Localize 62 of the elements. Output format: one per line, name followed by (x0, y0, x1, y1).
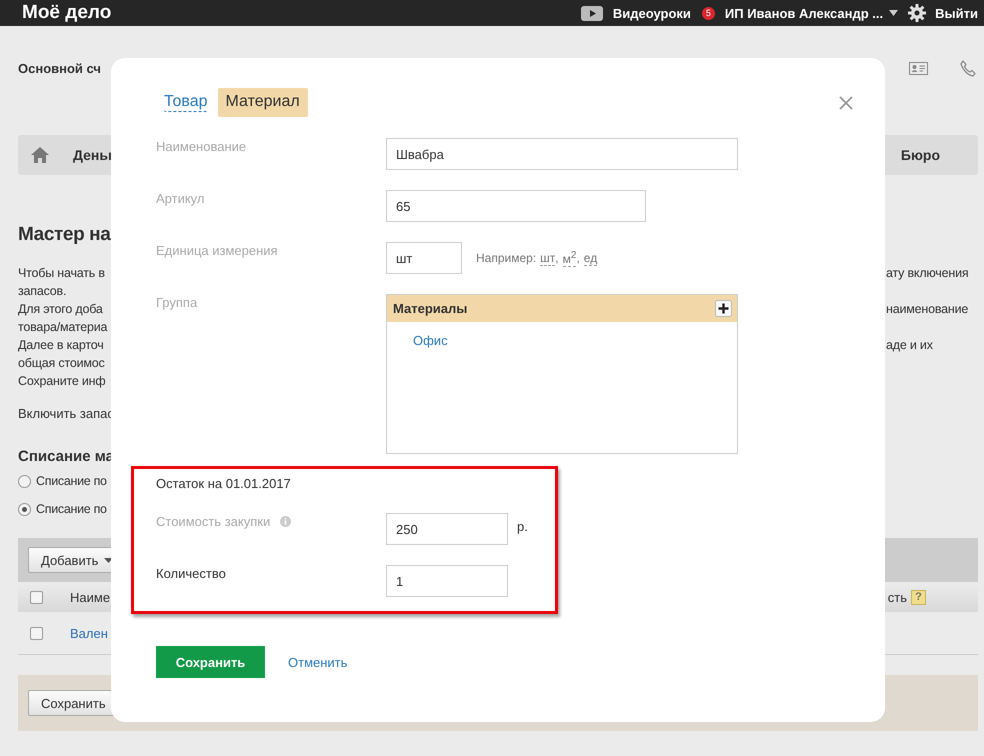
phone-icon[interactable] (960, 60, 976, 76)
paragraph-text: Далее в карточ (18, 337, 104, 354)
hint-text: Например: (476, 251, 536, 265)
currency-text: р. (517, 518, 528, 534)
checkbox[interactable] (30, 590, 43, 604)
input-field[interactable]: 1 (386, 565, 508, 597)
nav-item[interactable]: Деньг (73, 147, 114, 163)
paragraph-text: Сохраните инф (18, 373, 106, 390)
tab[interactable]: Материал (218, 88, 308, 117)
tree-title[interactable]: Материалы (393, 301, 468, 316)
field-label: Единица измерения (156, 242, 279, 259)
input-field[interactable]: 65 (386, 190, 646, 222)
paragraph-text: наименование (886, 301, 970, 318)
field-label: Количество (156, 565, 227, 582)
paragraph-text: товара/материа (18, 319, 108, 336)
logout-link[interactable]: Выйти (935, 6, 978, 20)
separator-text: , (576, 251, 580, 265)
info-icon[interactable] (280, 516, 292, 527)
id-card-icon[interactable] (909, 62, 928, 74)
field-label: Стоимость закупки (156, 513, 270, 530)
paragraph-text: запасов. (18, 283, 66, 300)
paragraph-text: общая стоимос (18, 355, 105, 372)
nav-item[interactable]: Бюро (900, 147, 940, 163)
home-icon[interactable] (30, 146, 50, 164)
tree-item[interactable]: Офис (413, 333, 448, 348)
video-lessons-link[interactable]: Видеоуроки (612, 6, 691, 20)
example-link[interactable]: шт (540, 250, 556, 266)
field-label: Наименование (156, 138, 248, 155)
radio-label[interactable]: Списание по (36, 474, 107, 488)
close-icon[interactable] (839, 96, 853, 110)
plus-icon[interactable] (715, 300, 732, 317)
save-button[interactable]: Сохранить (156, 646, 265, 678)
notification-badge: 5 (702, 6, 715, 20)
field-label: Артикул (156, 190, 206, 207)
logo[interactable]: Моё дело (22, 2, 112, 24)
radio-label[interactable]: Списание по (36, 502, 107, 516)
column-header: сть (888, 590, 907, 604)
radio-button[interactable] (18, 474, 31, 488)
example-link[interactable]: ед (584, 250, 598, 266)
video-play-icon[interactable] (580, 6, 603, 20)
settings-icon[interactable] (908, 4, 926, 22)
table-cell-link[interactable]: Вален (70, 626, 108, 640)
radio-button[interactable] (18, 502, 31, 516)
column-header: Наиме (70, 590, 110, 604)
account-title: Основной сч (18, 60, 101, 76)
input-field[interactable]: 250 (386, 513, 508, 545)
example-link[interactable]: м$^{2}$ (562, 249, 576, 267)
page-heading: Мастер на (18, 223, 112, 247)
paragraph-text: Чтобы начать в (18, 265, 105, 282)
cancel-link[interactable]: Отменить (288, 654, 348, 670)
checkbox[interactable] (30, 626, 43, 640)
tab[interactable]: Товар (164, 93, 208, 112)
section-title: Остаток на 01.01.2017 (156, 475, 292, 493)
user-menu[interactable]: ИП Иванов Александр ... (724, 6, 884, 20)
paragraph-text: ату включения (886, 265, 970, 282)
input-field[interactable]: Швабра (386, 138, 738, 170)
input-field[interactable]: шт (386, 242, 462, 274)
caret-icon[interactable] (889, 10, 898, 16)
separator-text: , (555, 251, 559, 265)
paragraph-text: Для этого доба (18, 301, 103, 318)
field-label: Группа (156, 294, 198, 311)
paragraph-text: аде и их (886, 337, 934, 354)
